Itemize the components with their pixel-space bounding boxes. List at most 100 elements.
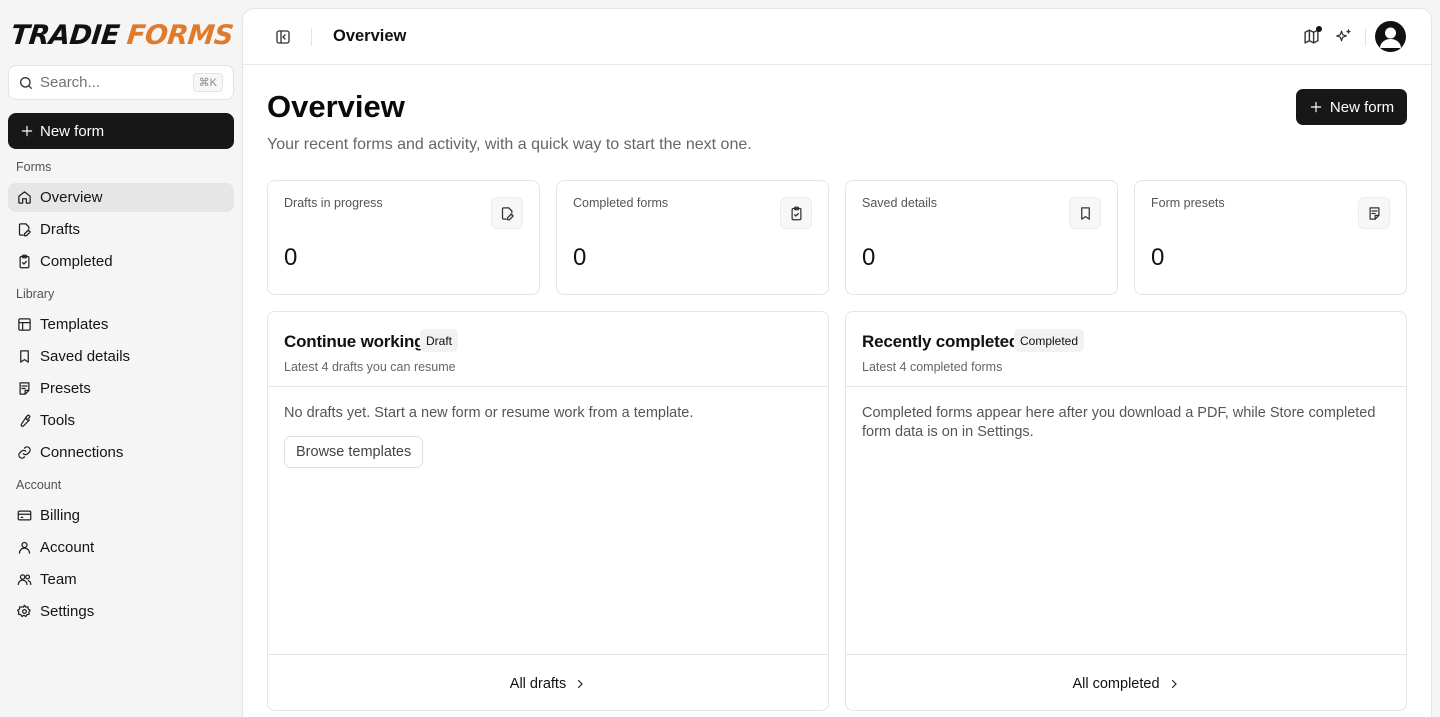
stat-value: 0 <box>573 244 587 271</box>
panel-title: Recently completed <box>862 332 1020 351</box>
sidebar-item-label: Connections <box>40 444 124 461</box>
divider <box>1365 28 1366 46</box>
brand-logo[interactable]: TRADIE FORMS <box>9 20 234 52</box>
sidebar-item-connections[interactable]: Connections <box>8 438 234 467</box>
search-input[interactable]: Search... ⌘K <box>8 65 234 100</box>
chevron-right-icon <box>1168 678 1180 690</box>
sidebar-item-templates[interactable]: Templates <box>8 310 234 339</box>
footer-link-label: All drafts <box>509 675 567 692</box>
new-form-label: New form <box>1329 98 1395 116</box>
all-drafts-link[interactable]: All drafts <box>268 654 828 712</box>
users-icon <box>17 572 32 587</box>
notepad-icon <box>17 381 32 396</box>
bookmark-icon <box>1069 197 1101 229</box>
stat-label: Form presets <box>1151 196 1225 210</box>
plus-icon <box>1309 100 1323 114</box>
top-bar: Overview <box>243 9 1431 65</box>
main-panel: Overview Overview Your recent forms and … <box>242 8 1432 717</box>
file-edit-icon <box>17 222 32 237</box>
search-icon <box>18 75 34 91</box>
sidebar-new-form-label: New form <box>40 122 105 140</box>
footer-link-label: All completed <box>1072 675 1160 692</box>
browse-templates-button[interactable]: Browse templates <box>284 436 424 468</box>
sidebar-item-label: Templates <box>40 316 109 333</box>
brand-word-1: TRADIE <box>9 20 121 51</box>
credit-card-icon <box>17 508 32 523</box>
sidebar-item-tools[interactable]: Tools <box>8 406 234 435</box>
brand-word-2: FORMS <box>125 20 235 51</box>
stat-label: Completed forms <box>573 196 669 210</box>
stat-card-saved-details: Saved details 0 <box>845 180 1118 295</box>
sidebar-item-settings[interactable]: Settings <box>8 597 234 626</box>
header-title: Overview <box>333 27 407 45</box>
sidebar-item-label: Settings <box>40 603 95 620</box>
page-subtitle: Your recent forms and activity, with a q… <box>267 136 752 153</box>
group-label-forms: Forms <box>16 160 52 174</box>
sidebar-new-form-button[interactable]: New form <box>8 113 234 149</box>
all-completed-link[interactable]: All completed <box>846 654 1406 712</box>
empty-state-text: Completed forms appear here after you do… <box>862 405 1376 440</box>
panel-title: Continue working <box>284 332 425 351</box>
panel-header: Continue working Draft Latest 4 drafts y… <box>268 312 828 387</box>
sidebar-item-label: Tools <box>40 412 76 429</box>
file-edit-icon <box>491 197 523 229</box>
user-icon <box>17 540 32 555</box>
sidebar-toggle-icon[interactable] <box>275 29 291 45</box>
sidebar-item-overview[interactable]: Overview <box>8 183 234 212</box>
stat-value: 0 <box>284 244 298 271</box>
link-icon <box>17 445 32 460</box>
stat-label: Drafts in progress <box>284 196 383 210</box>
stat-card-drafts: Drafts in progress 0 <box>267 180 540 295</box>
stat-value: 0 <box>1151 244 1165 271</box>
search-placeholder: Search... <box>40 74 101 91</box>
sidebar-item-label: Account <box>40 539 95 556</box>
gear-icon <box>17 604 32 619</box>
notepad-icon <box>1358 197 1390 229</box>
sparkle-icon[interactable] <box>1335 28 1352 45</box>
search-shortcut: ⌘K <box>192 73 223 92</box>
recently-completed-panel: Recently completed Completed Latest 4 co… <box>845 311 1407 711</box>
bookmark-icon <box>17 349 32 364</box>
sidebar: TRADIE FORMS Search... ⌘K New form Forms … <box>0 0 242 717</box>
map-icon[interactable] <box>1303 26 1322 45</box>
plus-icon <box>20 124 34 138</box>
divider <box>311 28 312 46</box>
stat-card-completed: Completed forms 0 <box>556 180 829 295</box>
chevron-right-icon <box>574 678 586 690</box>
group-label-account: Account <box>16 478 62 492</box>
panel-subtitle: Latest 4 completed forms <box>862 360 1003 374</box>
status-badge: Draft <box>420 329 459 352</box>
continue-working-panel: Continue working Draft Latest 4 drafts y… <box>267 311 829 711</box>
sidebar-item-label: Drafts <box>40 221 81 238</box>
sidebar-item-label: Presets <box>40 380 91 397</box>
sidebar-item-account[interactable]: Account <box>8 533 234 562</box>
sidebar-item-label: Saved details <box>40 348 131 365</box>
sidebar-item-completed[interactable]: Completed <box>8 247 234 276</box>
sidebar-item-label: Completed <box>40 253 113 270</box>
page-title: Overview <box>267 89 405 124</box>
sidebar-item-team[interactable]: Team <box>8 565 234 594</box>
wrench-icon <box>17 413 32 428</box>
stat-value: 0 <box>862 244 876 271</box>
sidebar-item-label: Overview <box>40 189 103 206</box>
sidebar-item-saved-details[interactable]: Saved details <box>8 342 234 371</box>
sidebar-item-label: Billing <box>40 507 81 524</box>
notification-dot <box>1316 26 1322 32</box>
stat-label: Saved details <box>862 196 938 210</box>
group-label-library: Library <box>16 287 55 301</box>
sidebar-item-label: Team <box>40 571 77 588</box>
clipboard-check-icon <box>17 254 32 269</box>
sidebar-item-billing[interactable]: Billing <box>8 501 234 530</box>
avatar[interactable] <box>1375 21 1406 52</box>
layout-icon <box>17 317 32 332</box>
empty-state-text: No drafts yet. Start a new form or resum… <box>284 405 694 421</box>
sidebar-item-presets[interactable]: Presets <box>8 374 234 403</box>
panel-header: Recently completed Completed Latest 4 co… <box>846 312 1406 387</box>
stat-card-presets: Form presets 0 <box>1134 180 1407 295</box>
new-form-button[interactable]: New form <box>1296 89 1407 125</box>
status-badge: Completed <box>1014 329 1085 352</box>
panel-subtitle: Latest 4 drafts you can resume <box>284 360 456 374</box>
home-icon <box>17 190 32 205</box>
sidebar-item-drafts[interactable]: Drafts <box>8 215 234 244</box>
clipboard-check-icon <box>780 197 812 229</box>
